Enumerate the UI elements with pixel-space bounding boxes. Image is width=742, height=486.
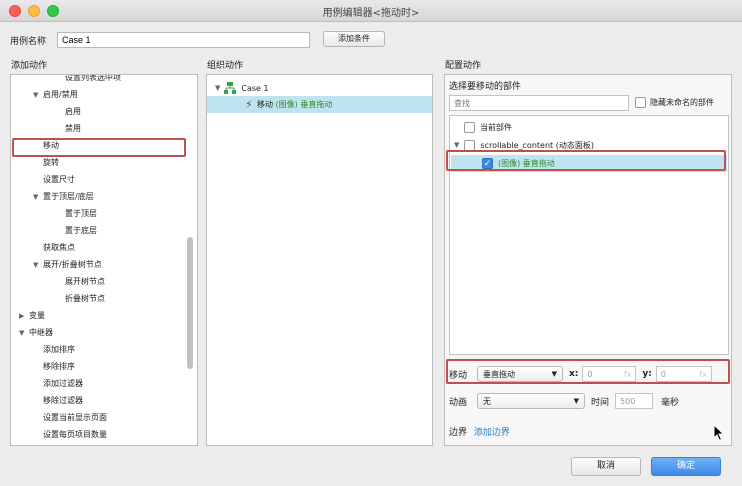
case-node[interactable]: ▼ Case 1 <box>215 80 269 96</box>
add-action-title: 添加动作 <box>11 61 48 71</box>
action-tree-item-label: 设置尺寸 <box>43 175 75 184</box>
window-title: 用例编辑器<拖动时> <box>322 8 420 19</box>
current-widget-row[interactable]: 当前部件 <box>464 119 512 136</box>
widget-search-input[interactable] <box>449 95 629 111</box>
action-tree-item[interactable]: 置于底层 <box>55 222 97 239</box>
action-prefix: 移动 <box>257 100 273 109</box>
expand-arrow-icon[interactable]: ▼ <box>19 325 29 342</box>
add-condition-button[interactable]: 添加条件 <box>323 31 385 47</box>
action-tree-item[interactable]: 移除过滤器 <box>33 392 83 409</box>
expand-arrow-icon[interactable]: ▶ <box>19 308 29 325</box>
hide-unnamed-checkbox[interactable] <box>635 97 646 108</box>
boundary-label: 边界 <box>449 428 468 438</box>
action-tree-item[interactable]: 启用 <box>55 103 81 120</box>
action-tree-item-label: 置于底层 <box>65 226 97 235</box>
move-action-highlight <box>12 138 186 157</box>
expand-arrow-icon[interactable]: ▼ <box>33 257 43 274</box>
time-label: 时间 <box>591 397 610 408</box>
action-tree-item[interactable]: 添加排序 <box>33 341 75 358</box>
action-tree-item-label: 添加排序 <box>43 345 75 354</box>
dropdown-arrow-icon: ▼ <box>573 397 579 405</box>
action-tree-item[interactable]: ▼ 展开/折叠树节点 <box>33 256 102 273</box>
ms-label: 毫秒 <box>661 397 680 408</box>
action-tree-item-label: 添加过滤器 <box>43 379 83 388</box>
action-tree-item-label: 移除过滤器 <box>43 396 83 405</box>
action-tree-item[interactable]: 移除排序 <box>33 358 75 375</box>
ok-button[interactable]: 确定 <box>651 457 721 476</box>
action-tree-panel: 设置列表选中项 ▼ 启用/禁用 启用 禁用 移动 旋转 设置尺寸 ▼ 置于顶层/底层 置于顶层 置于底… <box>10 74 198 446</box>
current-widget-checkbox[interactable] <box>464 122 475 133</box>
organize-action-title: 组织动作 <box>207 61 244 71</box>
configure-action-panel: 选择要移动的部件 隐藏未命名的部件 当前部件 ▼ scrollable_cont… <box>444 74 732 446</box>
case-name-input[interactable] <box>57 32 310 48</box>
boundary-row: 边界 添加边界 <box>449 425 510 438</box>
action-tree-item[interactable]: 折叠树节点 <box>55 290 105 307</box>
move-settings-highlight <box>446 359 730 384</box>
action-tree-item[interactable]: 禁用 <box>55 120 81 137</box>
action-tree-item-label: 设置列表选中项 <box>65 74 121 82</box>
add-boundary-link[interactable]: 添加边界 <box>474 428 510 438</box>
action-tree-item-label: 移除排序 <box>43 362 75 371</box>
action-tree-item[interactable]: 置于顶层 <box>55 205 97 222</box>
action-tree-item[interactable]: 添加过滤器 <box>33 375 83 392</box>
action-tree-item[interactable]: 获取焦点 <box>33 239 75 256</box>
animation-row: 动画 无 ▼ 时间 500 毫秒 <box>449 391 729 411</box>
expand-arrow-icon[interactable]: ▼ <box>215 84 220 92</box>
action-tree-item[interactable]: 设置尺寸 <box>33 171 75 188</box>
organize-actions-panel: ▼ Case 1 ⚡ 移动 (图像) 垂直拖动 <box>206 74 433 446</box>
action-tree-item[interactable]: 设置列表选中项 <box>55 74 121 86</box>
case-name-label: 用例名称 <box>10 36 47 47</box>
action-tree-item[interactable]: 设置当前显示页面 <box>33 409 107 426</box>
expand-arrow-icon[interactable]: ▼ <box>33 189 43 206</box>
expand-arrow-icon[interactable]: ▼ <box>33 87 43 104</box>
action-tree-item-label: 置于顶层 <box>65 209 97 218</box>
action-tree-item[interactable]: ▶ 变量 <box>19 307 45 324</box>
time-input[interactable]: 500 <box>615 393 654 409</box>
action-tree-item-label: 展开/折叠树节点 <box>43 260 102 269</box>
selected-widget-highlight <box>446 150 726 171</box>
time-value: 500 <box>620 396 636 406</box>
action-tree-item[interactable]: ▼ 中继器 <box>19 324 53 341</box>
mouse-cursor-icon <box>713 424 725 442</box>
hide-unnamed-option[interactable]: 隐藏未命名的部件 <box>635 97 714 108</box>
action-tree-item[interactable]: 展开树节点 <box>55 273 105 290</box>
lightning-icon: ⚡ <box>245 98 253 111</box>
action-tree-item-label: 置于顶层/底层 <box>43 192 94 201</box>
action-tree-item-label: 获取焦点 <box>43 243 75 252</box>
case-node-label: Case 1 <box>241 83 269 93</box>
action-tree-item[interactable]: ▼ 置于顶层/底层 <box>33 188 94 205</box>
case-tree-icon <box>224 82 237 94</box>
action-tree-item-label: 中继器 <box>29 328 53 337</box>
action-tree-item[interactable]: ▼ 启用/禁用 <box>33 86 78 103</box>
animation-select[interactable]: 无 ▼ <box>477 393 585 409</box>
cancel-button[interactable]: 取消 <box>571 457 641 476</box>
action-tree-item-label: 变量 <box>29 311 45 320</box>
animation-label: 动画 <box>449 397 468 408</box>
animation-value: 无 <box>483 396 491 406</box>
action-tree-item-label: 展开树节点 <box>65 277 105 286</box>
action-tree-item-label: 禁用 <box>65 124 81 133</box>
hide-unnamed-label: 隐藏未命名的部件 <box>650 98 714 107</box>
action-tree-item-label: 设置当前显示页面 <box>43 413 107 422</box>
select-widget-label: 选择要移动的部件 <box>449 82 522 92</box>
title-bar: 用例编辑器<拖动时> <box>0 0 742 22</box>
action-tree-scrollbar[interactable] <box>187 237 193 369</box>
action-tree-item-label: 启用/禁用 <box>43 90 78 99</box>
move-action-row[interactable]: ⚡ 移动 (图像) 垂直拖动 <box>207 96 432 113</box>
action-tree-item-label: 旋转 <box>43 158 59 167</box>
action-tree-item-label: 折叠树节点 <box>65 294 105 303</box>
case-name-row: 用例名称 <box>10 30 56 50</box>
action-tree-item-label: 设置每页项目数量 <box>43 430 107 439</box>
action-tree-item-label: 启用 <box>65 107 81 116</box>
action-tree-item[interactable]: 设置每页项目数量 <box>33 426 107 443</box>
configure-action-title: 配置动作 <box>445 61 482 71</box>
action-detail: (图像) 垂直拖动 <box>275 100 333 109</box>
current-widget-label: 当前部件 <box>480 123 512 132</box>
